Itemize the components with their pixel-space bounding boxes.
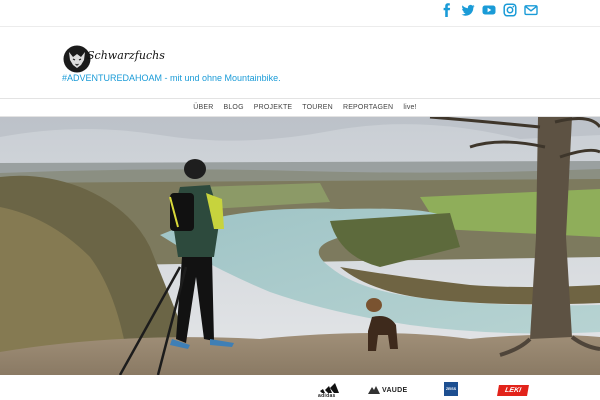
vaude-logo-icon <box>368 386 380 394</box>
hero-landscape-illustration <box>0 117 600 375</box>
sponsor-leki-label: LEKI <box>504 386 522 394</box>
sponsor-adidas[interactable]: adidas <box>318 383 340 399</box>
zeiss-logo-icon: ZEISS <box>444 382 458 396</box>
sponsor-leki[interactable]: LEKI <box>497 383 529 397</box>
leki-logo-icon: LEKI <box>497 384 529 396</box>
site-tagline: #ADVENTUREDAHOAM - mit und ohne Mountain… <box>62 73 281 83</box>
nav-item-reportagen[interactable]: REPORTAGEN <box>343 104 393 111</box>
facebook-icon[interactable] <box>440 3 454 17</box>
site-logo[interactable]: Schwarzfuchs <box>62 44 172 74</box>
hero-image <box>0 117 600 375</box>
nav-item-ueber[interactable]: ÜBER <box>193 104 213 111</box>
top-bar <box>0 0 600 27</box>
sponsor-adidas-label: adidas <box>318 393 336 399</box>
sponsor-vaude-label: VAUDE <box>382 386 408 394</box>
nav-item-projekte[interactable]: PROJEKTE <box>254 104 293 111</box>
site-header: Schwarzfuchs #ADVENTUREDAHOAM - mit und … <box>0 27 600 98</box>
sponsor-zeiss[interactable]: ZEISS <box>444 382 458 396</box>
sponsor-vaude[interactable]: VAUDE <box>368 383 407 397</box>
twitter-icon[interactable] <box>461 3 475 17</box>
youtube-icon[interactable] <box>482 3 496 17</box>
social-links <box>440 3 538 17</box>
sponsor-zeiss-label: ZEISS <box>445 387 457 391</box>
main-navigation: ÜBER BLOG PROJEKTE TOUREN REPORTAGEN liv… <box>0 98 600 117</box>
instagram-icon[interactable] <box>503 3 517 17</box>
nav-item-live[interactable]: live! <box>403 104 416 111</box>
mail-icon[interactable] <box>524 3 538 17</box>
sponsor-logos: adidas VAUDE ZEISS LEKI <box>0 375 600 400</box>
nav-item-blog[interactable]: BLOG <box>223 104 243 111</box>
logo-wordmark: Schwarzfuchs <box>87 49 165 62</box>
nav-item-touren[interactable]: TOUREN <box>302 104 333 111</box>
